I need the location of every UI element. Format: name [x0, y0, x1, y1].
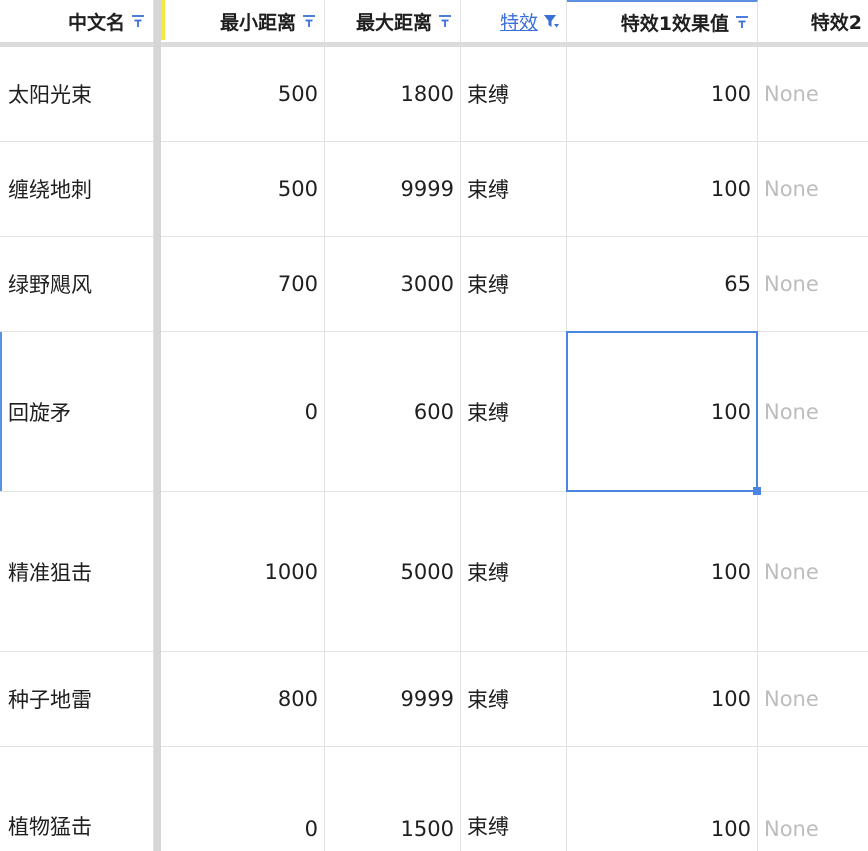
filter-active-icon[interactable]	[542, 12, 560, 30]
column-header-label[interactable]: 特效	[500, 8, 538, 35]
name-cell[interactable]: 回旋矛	[0, 332, 154, 491]
effect1-value-cell[interactable]: 100	[567, 652, 758, 746]
effect2-cell[interactable]: None	[758, 652, 868, 746]
name-cell[interactable]: 绿野飓风	[0, 237, 154, 331]
table-row[interactable]: 回旋矛 0 600 束缚 100 None	[0, 332, 868, 492]
max-distance-cell[interactable]: 600	[325, 332, 461, 491]
filter-icon[interactable]	[129, 12, 147, 30]
table-row[interactable]: 精准狙击 1000 5000 束缚 100 None	[0, 492, 868, 652]
filter-icon[interactable]	[436, 12, 454, 30]
name-cell[interactable]: 太阳光束	[0, 47, 154, 141]
effect2-cell[interactable]: None	[758, 142, 868, 236]
effect-cell[interactable]: 束缚	[461, 237, 567, 331]
table-row[interactable]: 植物猛击 0 1500 束缚 100 None	[0, 747, 868, 851]
effect1-value-cell[interactable]: 100	[567, 747, 758, 851]
effect2-cell[interactable]: None	[758, 747, 868, 851]
table-row[interactable]: 太阳光束 500 1800 束缚 100 None	[0, 47, 868, 142]
filter-icon[interactable]	[300, 12, 318, 30]
effect1-value-cell[interactable]: 100	[567, 332, 758, 491]
effect-cell[interactable]: 束缚	[461, 47, 567, 141]
effect-cell[interactable]: 束缚	[461, 492, 567, 651]
column-header-row: 中文名 最小距离 最大距离 特效 特效1效果值 特效2	[0, 0, 868, 43]
column-header-label: 最大距离	[355, 11, 432, 34]
filter-icon[interactable]	[733, 13, 751, 31]
min-distance-cell[interactable]: 800	[165, 652, 325, 746]
effect2-cell[interactable]: None	[758, 332, 868, 491]
effect2-cell[interactable]: None	[758, 237, 868, 331]
table-row[interactable]: 绿野飓风 700 3000 束缚 65 None	[0, 237, 868, 332]
fill-handle[interactable]	[753, 487, 761, 495]
name-cell[interactable]: 植物猛击	[0, 747, 154, 851]
column-header-label: 特效1效果值	[620, 12, 729, 35]
column-header-label: 最小距离	[219, 11, 296, 34]
min-distance-cell[interactable]: 700	[165, 237, 325, 331]
max-distance-cell[interactable]: 1500	[325, 747, 461, 851]
min-distance-cell[interactable]: 0	[165, 747, 325, 851]
column-header-label: 特效2	[810, 11, 862, 34]
column-highlight-marker	[161, 0, 165, 40]
column-header-effect2[interactable]: 特效2	[758, 0, 868, 42]
effect1-value-cell[interactable]: 100	[567, 142, 758, 236]
name-cell[interactable]: 种子地雷	[0, 652, 154, 746]
column-header-effect1-value[interactable]: 特效1效果值	[567, 0, 758, 42]
column-header-label: 中文名	[67, 11, 125, 34]
table-row[interactable]: 缠绕地刺 500 9999 束缚 100 None	[0, 142, 868, 237]
frozen-column-divider[interactable]	[154, 0, 161, 851]
min-distance-cell[interactable]: 1000	[165, 492, 325, 651]
effect2-cell[interactable]: None	[758, 492, 868, 651]
max-distance-cell[interactable]: 5000	[325, 492, 461, 651]
column-header-name[interactable]: 中文名	[0, 0, 154, 42]
min-distance-cell[interactable]: 500	[165, 47, 325, 141]
effect-cell[interactable]: 束缚	[461, 142, 567, 236]
min-distance-cell[interactable]: 0	[165, 332, 325, 491]
effect2-cell[interactable]: None	[758, 47, 868, 141]
name-cell[interactable]: 精准狙击	[0, 492, 154, 651]
table-row[interactable]: 种子地雷 800 9999 束缚 100 None	[0, 652, 868, 747]
max-distance-cell[interactable]: 9999	[325, 652, 461, 746]
max-distance-cell[interactable]: 3000	[325, 237, 461, 331]
spreadsheet: 中文名 最小距离 最大距离 特效 特效1效果值 特效2 太阳光束 500 180…	[0, 0, 868, 851]
min-distance-cell[interactable]: 500	[165, 142, 325, 236]
column-header-max-distance[interactable]: 最大距离	[325, 0, 461, 42]
effect-cell[interactable]: 束缚	[461, 747, 567, 851]
max-distance-cell[interactable]: 9999	[325, 142, 461, 236]
column-header-min-distance[interactable]: 最小距离	[165, 0, 325, 42]
column-header-effect[interactable]: 特效	[461, 0, 567, 42]
effect-cell[interactable]: 束缚	[461, 652, 567, 746]
effect1-value-cell[interactable]: 100	[567, 492, 758, 651]
name-cell[interactable]: 缠绕地刺	[0, 142, 154, 236]
effect1-value-cell[interactable]: 100	[567, 47, 758, 141]
effect1-value-cell[interactable]: 65	[567, 237, 758, 331]
max-distance-cell[interactable]: 1800	[325, 47, 461, 141]
effect-cell[interactable]: 束缚	[461, 332, 567, 491]
